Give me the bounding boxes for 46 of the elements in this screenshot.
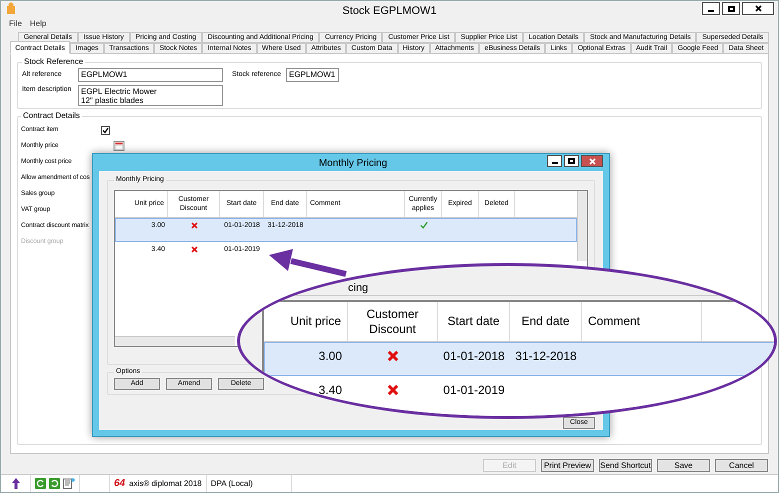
logo-text: 64	[114, 477, 126, 491]
table-cell-text: 01-01-2018	[443, 348, 505, 365]
column-header[interactable]: End date	[510, 302, 582, 341]
up-arrow-icon[interactable]	[12, 478, 20, 489]
table-cell-text: 01-01-2019	[443, 382, 505, 399]
close-icon	[754, 5, 762, 12]
column-header[interactable]: Start date	[438, 302, 510, 341]
action-button[interactable]: Print Preview	[541, 458, 594, 472]
table-cell-text: 3.00	[318, 348, 343, 365]
action-button[interactable]: Cancel	[715, 458, 768, 472]
column-header[interactable]: Customer Discount	[348, 302, 438, 341]
group-title: Stock Reference	[23, 56, 84, 68]
contract-item-checkbox[interactable]	[101, 126, 110, 134]
refresh-icon[interactable]	[35, 478, 46, 489]
window-title: Stock EGPLMOW1	[341, 4, 438, 19]
minimize-button[interactable]	[702, 2, 720, 15]
refresh-icon[interactable]	[49, 478, 60, 489]
close-button[interactable]	[742, 2, 774, 15]
group-title: Contract Details	[22, 110, 81, 122]
grid-row[interactable]: 3.40 01-01-2019	[264, 376, 774, 404]
maximize-button[interactable]	[564, 155, 579, 167]
product-name: axis® diplomat 2018	[129, 478, 202, 490]
stock-reference-field[interactable]: EGPLMOW1	[286, 68, 339, 82]
menu-item[interactable]: Help	[30, 18, 46, 30]
menu-item[interactable]: File	[9, 18, 22, 30]
document-icon[interactable]	[63, 478, 75, 489]
maximize-button[interactable]	[722, 2, 740, 15]
app-icon	[5, 2, 17, 15]
action-button[interactable]: Save	[657, 458, 710, 472]
vertical-scrollbar[interactable]	[577, 190, 587, 260]
horizontal-scrollbar[interactable]	[115, 336, 235, 346]
item-description-field[interactable]: EGPL Electric Mower 12" plastic blades	[78, 85, 223, 106]
close-icon	[588, 158, 596, 164]
database-name: DPA (Local)	[206, 475, 292, 492]
table-cell-text: 31-12-2018	[515, 348, 577, 365]
table-cell-text: 3.40	[318, 382, 343, 399]
column-header[interactable]: Unit price	[264, 302, 348, 341]
action-button[interactable]: Send Shortcut	[599, 458, 652, 472]
dialog-title: Monthly Pricing	[318, 157, 388, 171]
close-button[interactable]	[581, 155, 603, 167]
column-header[interactable]: Comment	[582, 302, 702, 341]
grid-row[interactable]: 3.00 01-01-2018 31-12-2018	[264, 342, 774, 376]
minimize-button[interactable]	[547, 155, 562, 167]
zoomed-caption: cing	[348, 282, 368, 294]
alt-reference-field[interactable]: EGPLMOW1	[78, 68, 223, 82]
calendar-icon[interactable]	[113, 141, 125, 151]
